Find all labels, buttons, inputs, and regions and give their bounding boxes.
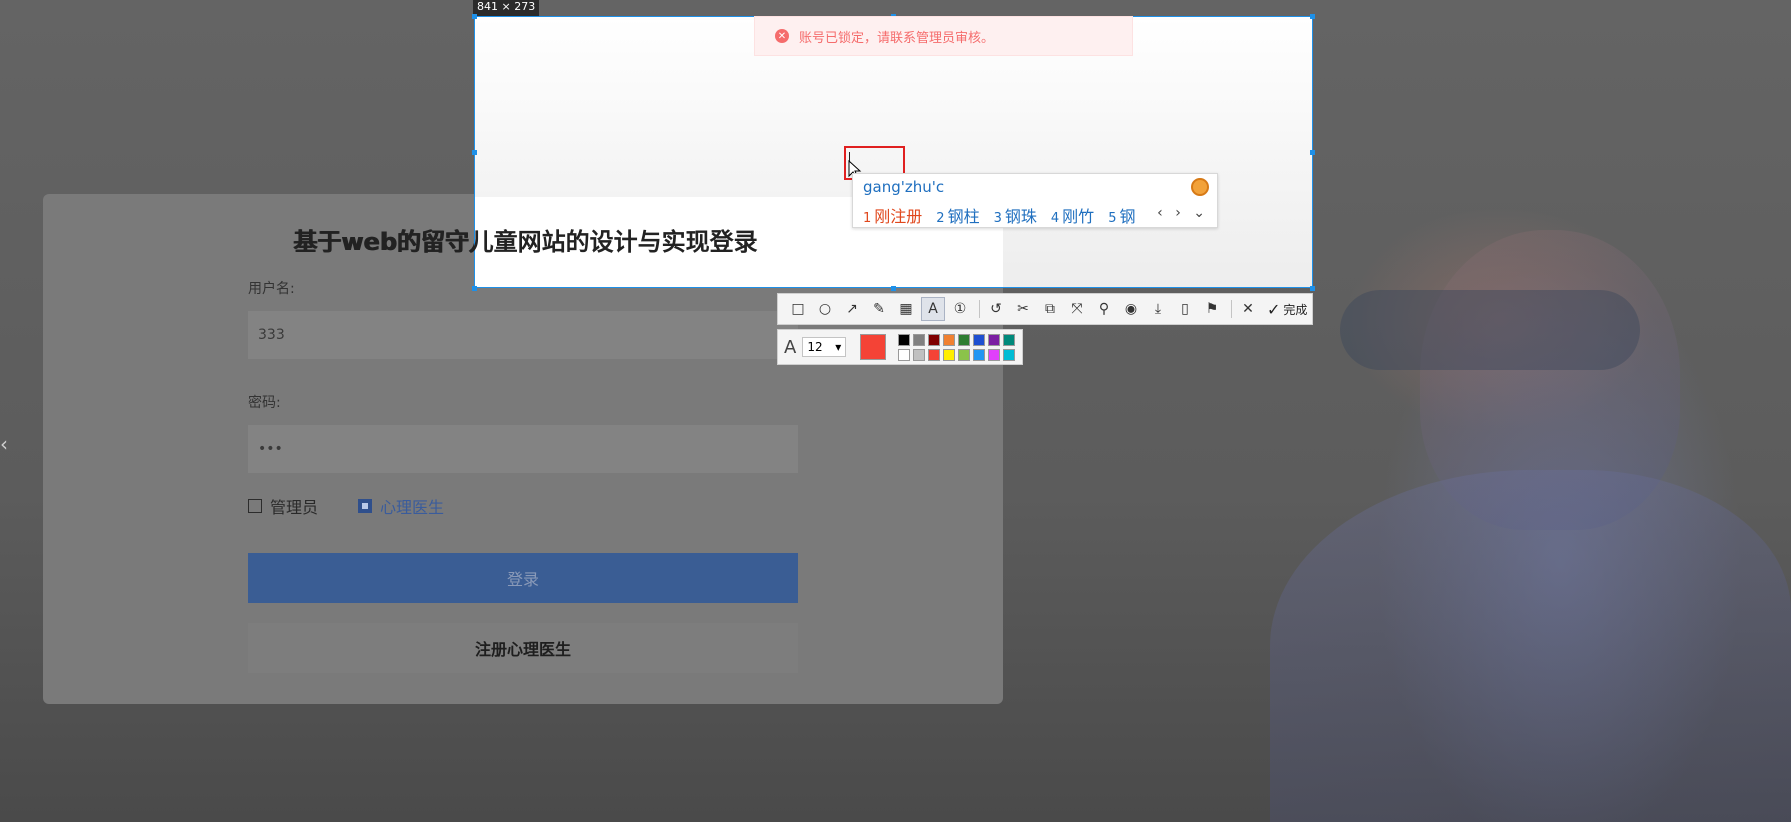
font-size-value: 12	[807, 340, 823, 354]
toolbar-divider	[979, 300, 980, 318]
pencil-icon[interactable]: ✎	[867, 297, 891, 321]
color-swatch[interactable]	[988, 333, 1001, 346]
close-icon[interactable]: ✕	[1236, 297, 1260, 321]
download-icon[interactable]: ⤓	[1146, 297, 1170, 321]
color-swatch[interactable]	[1003, 333, 1016, 346]
toolbar-divider	[1231, 300, 1232, 318]
pin-icon[interactable]: ⚲	[1092, 297, 1116, 321]
resize-handle[interactable]	[472, 14, 477, 19]
copy-icon[interactable]: ⧉	[1038, 297, 1062, 321]
ime-candidate[interactable]: 2 钢柱	[936, 203, 979, 227]
color-swatch[interactable]	[913, 333, 926, 346]
transform-icon[interactable]: ⤧	[1065, 297, 1089, 321]
login-button[interactable]: 登录	[248, 553, 798, 603]
selection-page-title: 基于web的留守儿童网站的设计与实现登录	[294, 228, 758, 256]
font-size-select[interactable]: 12 ▾	[802, 337, 847, 357]
color-palette	[898, 333, 1016, 361]
mosaic-icon[interactable]: ▦	[894, 297, 918, 321]
ime-candidate[interactable]: 3 钢珠	[994, 203, 1037, 227]
resize-handle[interactable]	[472, 286, 477, 291]
doctor-checkbox-label[interactable]: 心理医生	[380, 494, 444, 518]
ime-candidate[interactable]: 4 刚竹	[1051, 203, 1094, 227]
resize-handle[interactable]	[891, 286, 896, 291]
rectangle-icon[interactable]: □	[786, 297, 810, 321]
ime-page-nav[interactable]: ‹ › ⌄	[1157, 205, 1209, 221]
color-swatch[interactable]	[913, 348, 926, 361]
ime-candidate[interactable]: 5钢	[1108, 203, 1135, 227]
record-icon[interactable]: ◉	[1119, 297, 1143, 321]
color-swatch[interactable]	[973, 333, 986, 346]
color-swatch[interactable]	[943, 348, 956, 361]
username-input[interactable]: 333	[248, 311, 798, 359]
selection-size-label: 841 × 273	[473, 0, 540, 16]
register-doctor-button[interactable]: 注册心理医生	[248, 623, 798, 673]
text-style-bar: A 12 ▾	[777, 329, 1023, 365]
ime-candidate-window: gang'zhu'c 1 刚注册 2 钢柱 3 钢珠 4 刚竹 5钢 ‹ › ⌄	[852, 173, 1218, 228]
ime-composition: gang'zhu'c	[863, 178, 945, 196]
color-swatch[interactable]	[958, 333, 971, 346]
resize-handle[interactable]	[1310, 150, 1315, 155]
ime-logo-icon[interactable]	[1191, 178, 1209, 196]
admin-checkbox-label[interactable]: 管理员	[270, 494, 318, 518]
color-swatch[interactable]	[898, 333, 911, 346]
chevron-down-icon: ▾	[835, 340, 842, 354]
color-swatch[interactable]	[973, 348, 986, 361]
capture-toolbar: □ ○ ↗ ✎ ▦ A ① ↺ ✂ ⧉ ⤧ ⚲ ◉ ⤓ ▯ ⚑ ✕ ✓ 完成	[777, 293, 1313, 325]
error-alert: ✕ 账号已锁定，请联系管理员审核。	[754, 16, 1133, 56]
check-icon: ✓	[1267, 299, 1281, 319]
password-label: 密码:	[248, 395, 281, 411]
password-input[interactable]: •••	[248, 425, 798, 473]
admin-checkbox[interactable]	[248, 499, 262, 513]
close-circle-icon: ✕	[775, 29, 789, 43]
color-swatch[interactable]	[943, 333, 956, 346]
resize-handle[interactable]	[472, 150, 477, 155]
ellipse-icon[interactable]: ○	[813, 297, 837, 321]
color-swatch[interactable]	[1003, 348, 1016, 361]
doctor-checkbox[interactable]	[358, 499, 373, 513]
phone-icon[interactable]: ▯	[1173, 297, 1197, 321]
resize-handle[interactable]	[1310, 14, 1315, 19]
arrow-icon[interactable]: ↗	[840, 297, 864, 321]
text-icon[interactable]: A	[921, 297, 945, 321]
username-label: 用户名:	[248, 281, 295, 297]
font-icon: A	[784, 336, 797, 358]
color-swatch[interactable]	[928, 348, 941, 361]
cut-icon[interactable]: ✂	[1011, 297, 1035, 321]
done-button[interactable]: ✓ 完成	[1267, 300, 1307, 319]
alert-message: 账号已锁定，请联系管理员审核。	[799, 30, 995, 46]
number-icon[interactable]: ①	[948, 297, 972, 321]
resize-handle[interactable]	[1310, 286, 1315, 291]
vr-figure-body	[1270, 470, 1791, 822]
ime-candidates: 1 刚注册 2 钢柱 3 钢珠 4 刚竹 5钢	[863, 203, 1149, 227]
vr-headset	[1340, 290, 1640, 370]
ime-candidate[interactable]: 1 刚注册	[863, 203, 922, 227]
bookmark-icon[interactable]: ⚑	[1200, 297, 1224, 321]
color-swatch[interactable]	[898, 348, 911, 361]
done-label: 完成	[1283, 302, 1308, 317]
chevron-left-icon[interactable]: ‹	[0, 432, 8, 456]
current-color-swatch[interactable]	[860, 334, 887, 360]
color-swatch[interactable]	[988, 348, 1001, 361]
role-selector: 管理员 心理医生	[248, 494, 484, 518]
color-swatch[interactable]	[958, 348, 971, 361]
undo-icon[interactable]: ↺	[984, 297, 1008, 321]
color-swatch[interactable]	[928, 333, 941, 346]
